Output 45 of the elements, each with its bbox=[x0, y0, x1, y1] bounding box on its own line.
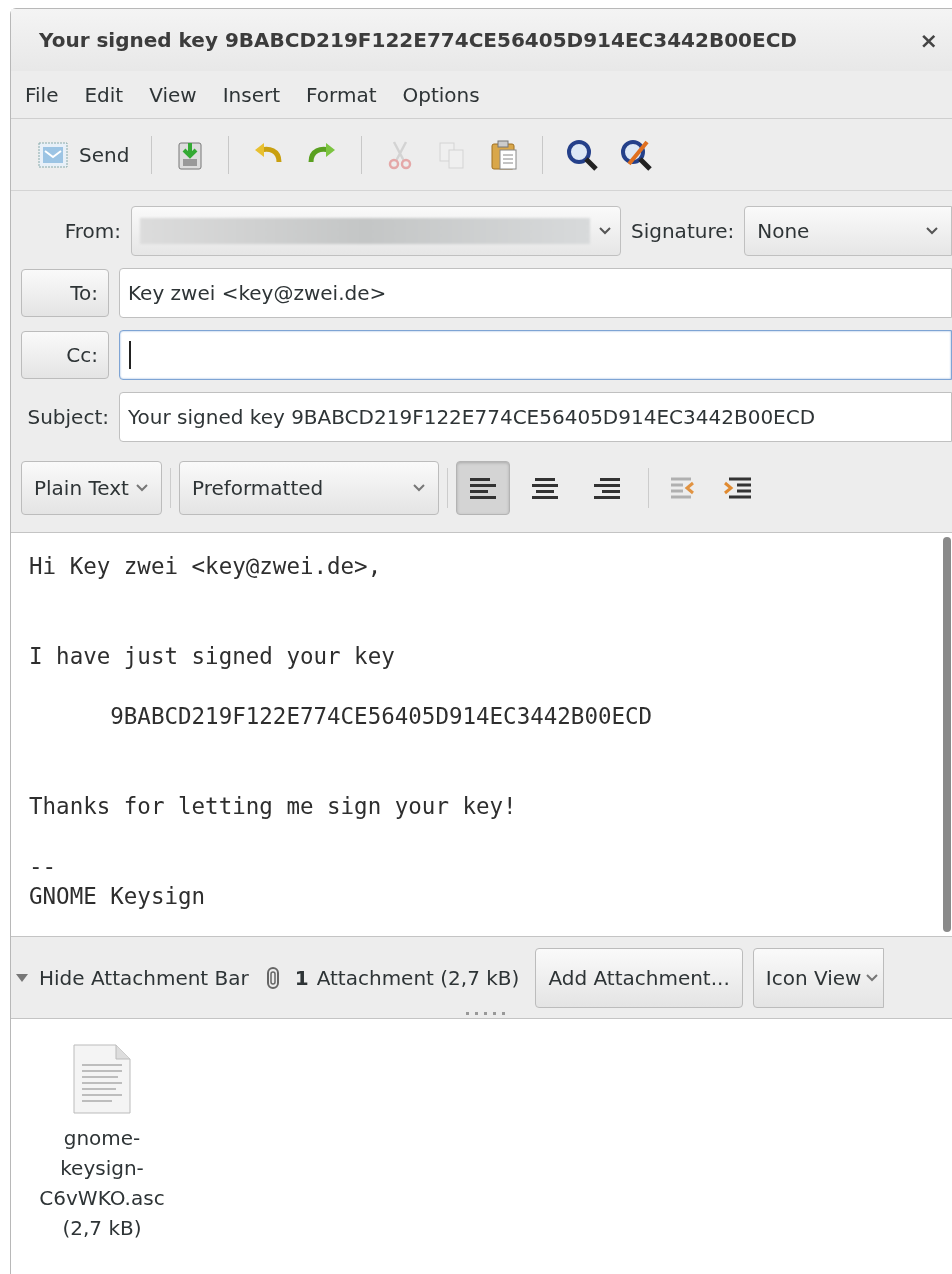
send-button[interactable]: Send bbox=[33, 131, 134, 178]
from-dropdown[interactable] bbox=[131, 206, 621, 256]
menu-item[interactable]: Edit bbox=[84, 79, 124, 110]
attachment-filename[interactable]: gnome-keysign-C6vWKO.asc bbox=[27, 1123, 177, 1213]
text-file-icon bbox=[72, 1043, 132, 1115]
from-label: From: bbox=[63, 218, 121, 245]
view-mode-value: Icon View bbox=[765, 964, 862, 992]
close-button[interactable]: × bbox=[919, 23, 938, 57]
menu-item[interactable]: Insert bbox=[222, 79, 281, 110]
editor-mode-value: Plain Text bbox=[34, 474, 129, 502]
hide-attachment-bar-toggle[interactable]: Hide Attachment Bar bbox=[15, 962, 249, 993]
paragraph-style-dropdown[interactable]: Preformatted bbox=[178, 460, 439, 515]
signature-dropdown[interactable]: None bbox=[744, 206, 952, 256]
attachment-size: (2,7 kB) bbox=[62, 1215, 142, 1242]
caret-icon bbox=[865, 972, 880, 983]
add-attachment-button[interactable]: Add Attachment... bbox=[535, 947, 743, 1008]
subject-field[interactable]: Your signed key 9BABCD219F122E774CE56405D914EC3442B00ECD bbox=[119, 392, 952, 442]
address-field[interactable]: Key zwei <key@zwei.de> bbox=[119, 268, 952, 318]
editor-mode-dropdown[interactable]: Plain Text bbox=[21, 460, 162, 515]
menu-item[interactable]: Format bbox=[306, 79, 377, 110]
scrollbar[interactable] bbox=[943, 537, 951, 932]
menu-item[interactable]: Options bbox=[402, 79, 480, 110]
paragraph-style-value: Preformatted bbox=[191, 474, 324, 502]
caret-icon bbox=[134, 482, 149, 493]
caret-icon bbox=[925, 226, 939, 236]
address-button[interactable]: To: bbox=[21, 269, 109, 317]
align-left-button[interactable] bbox=[455, 460, 510, 515]
subject-label: Subject: bbox=[26, 404, 109, 431]
search-icon bbox=[565, 137, 600, 172]
address-field[interactable] bbox=[119, 330, 952, 380]
search-replace-icon bbox=[619, 137, 654, 172]
paperclip-icon bbox=[264, 965, 281, 990]
menu-item[interactable]: File bbox=[25, 79, 59, 110]
expander-icon bbox=[15, 972, 29, 983]
signature-label: Signature: bbox=[631, 218, 735, 245]
caret-icon bbox=[411, 482, 426, 493]
signature-value: None bbox=[757, 218, 810, 245]
menu-item[interactable]: View bbox=[149, 79, 197, 110]
resize-grip-icon bbox=[466, 1012, 506, 1016]
attachment-summary: Attachment (2,7 kB) bbox=[316, 964, 520, 992]
caret-icon bbox=[598, 226, 612, 236]
address-button[interactable]: Cc: bbox=[21, 331, 109, 379]
view-mode-dropdown[interactable]: Icon View bbox=[752, 947, 885, 1008]
attachment-count: 1 bbox=[294, 964, 309, 992]
window-title: Your signed key 9BABCD219F122E774CE56405D914EC3442B00ECD bbox=[39, 27, 797, 54]
